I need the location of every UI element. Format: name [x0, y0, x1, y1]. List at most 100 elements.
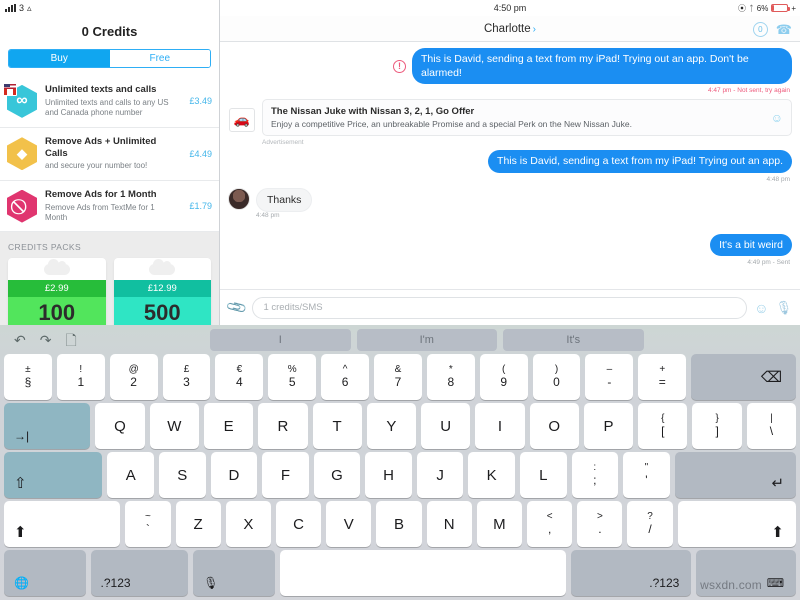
key-tilde[interactable]: ~ ` [125, 501, 171, 547]
key-t[interactable]: T [312, 403, 362, 449]
key-u[interactable]: U [421, 403, 471, 449]
key-h[interactable]: H [365, 452, 412, 498]
key-slash[interactable]: ? / [627, 501, 673, 547]
message-bubble[interactable]: Thanks [256, 187, 313, 212]
key-v[interactable]: V [326, 501, 372, 547]
key-c[interactable]: C [275, 501, 322, 547]
key-1[interactable]: ! 1 [56, 354, 105, 400]
smiley-icon[interactable]: ☺ [754, 300, 768, 316]
segment-buy[interactable]: Buy [9, 50, 110, 67]
message-list[interactable]: ! This is David, sending a text from my … [220, 42, 800, 289]
key-w[interactable]: W [149, 403, 199, 449]
key-0[interactable]: ) 0 [532, 354, 581, 400]
key-j[interactable]: J [416, 452, 464, 498]
key-r[interactable]: R [258, 403, 308, 449]
key-equals[interactable]: + = [638, 354, 687, 400]
space-key[interactable] [279, 550, 566, 596]
product-price[interactable]: £3.49 [186, 96, 212, 106]
key-i[interactable]: I [475, 403, 525, 449]
keyboard-icon: ⌨ [766, 576, 785, 590]
key-upper: : [593, 462, 597, 474]
phone-icon[interactable]: ☎ [776, 23, 792, 36]
buy-free-segmented-control[interactable]: Buy Free [8, 49, 211, 68]
segment-free[interactable]: Free [109, 50, 210, 67]
credits-badge[interactable]: 0 [752, 21, 768, 37]
undo-icon[interactable]: ↶ [14, 333, 26, 347]
key-n[interactable]: N [426, 501, 472, 547]
shift-right-key[interactable]: ⬆ [677, 501, 796, 547]
key-bracket-right[interactable]: }] [692, 403, 742, 449]
car-icon: 🚗 [229, 108, 255, 133]
key-b[interactable]: B [376, 501, 422, 547]
prediction-2[interactable]: I'm [356, 328, 497, 351]
key-9[interactable]: (9 [479, 354, 528, 400]
watermark: wsxdn.com [700, 578, 762, 592]
key-p[interactable]: P [583, 403, 634, 449]
key-section[interactable]: ± § [4, 354, 52, 400]
key-x[interactable]: X [225, 501, 271, 547]
smiley-icon[interactable]: ☺ [771, 111, 783, 125]
key-bracket-left[interactable]: {[ [638, 403, 688, 449]
product-row-remove-ads-unlimited[interactable]: ◆ Remove Ads + Unlimited Calls and secur… [0, 128, 219, 181]
key-o[interactable]: O [529, 403, 579, 449]
key-backslash[interactable]: | \ [746, 403, 797, 449]
contact-name-button[interactable]: Charlotte › [484, 23, 536, 35]
alert-icon[interactable]: ! [393, 59, 406, 73]
avatar[interactable] [228, 187, 250, 210]
credits-pack-card[interactable]: £12.99 500 [113, 258, 212, 325]
globe-key[interactable]: 🌐 [4, 550, 86, 596]
capslock-icon: ⇧ [14, 475, 27, 492]
tab-key[interactable]: →| [4, 403, 91, 449]
key-quote[interactable]: " ' [623, 452, 670, 498]
numeric-left-key[interactable]: .?123 [90, 550, 189, 596]
dictation-key[interactable]: 🎙 [193, 550, 275, 596]
redo-icon[interactable]: ↷ [40, 333, 52, 347]
numeric-right-key[interactable]: .?123 [570, 550, 692, 596]
key-l[interactable]: L [519, 452, 567, 498]
key-a[interactable]: A [107, 452, 155, 498]
key-6[interactable]: ^ 6 [321, 354, 370, 400]
backspace-key[interactable]: ⌫ [691, 354, 797, 400]
capslock-key[interactable]: ⇧ [4, 452, 103, 498]
key-k[interactable]: K [468, 452, 515, 498]
ipad-screen: 3 ▵ 0 Credits Buy Free ∞ Unlimited texts… [0, 0, 800, 600]
key-e[interactable]: E [203, 403, 254, 449]
shift-left-key[interactable]: ⬆ [4, 501, 121, 547]
product-price[interactable]: £1.79 [186, 201, 212, 211]
key-8[interactable]: * 8 [426, 354, 475, 400]
product-row-unlimited[interactable]: ∞ Unlimited texts and calls Unlimited te… [0, 76, 219, 128]
key-y[interactable]: Y [366, 403, 417, 449]
product-price[interactable]: £4.49 [186, 149, 212, 159]
product-row-remove-ads-month[interactable]: ⃠ Remove Ads for 1 Month Remove Ads from… [0, 181, 219, 233]
message-bubble[interactable]: It's a bit weird [710, 233, 792, 256]
key-f[interactable]: F [262, 452, 309, 498]
message-input[interactable]: 1 credits/SMS [252, 296, 748, 319]
key-5[interactable]: % 5 [268, 354, 317, 400]
key-7[interactable]: & 7 [374, 354, 422, 400]
key-m[interactable]: M [476, 501, 523, 547]
key-s[interactable]: S [159, 452, 206, 498]
copy-icon[interactable]: 🗋 [65, 333, 76, 347]
return-key[interactable]: ↵ [674, 452, 797, 498]
paperclip-icon[interactable]: 📎 [225, 296, 249, 320]
key-q[interactable]: Q [95, 403, 145, 449]
key-semicolon[interactable]: :; [571, 452, 619, 498]
message-bubble[interactable]: This is David, sending a text from my iP… [412, 48, 792, 85]
key-3[interactable]: £3 [162, 354, 211, 400]
key-hyphen[interactable]: – - [585, 354, 634, 400]
credits-pack-card[interactable]: £2.99 100 [8, 258, 106, 325]
key-comma[interactable]: <, [527, 501, 573, 547]
infinity-hex-icon: ∞ [3, 82, 37, 118]
key-g[interactable]: G [313, 452, 361, 498]
prediction-1[interactable]: I [210, 328, 351, 351]
key-z[interactable]: Z [175, 501, 221, 547]
prediction-3[interactable]: It's [503, 328, 644, 351]
key-d[interactable]: D [210, 452, 258, 498]
key-2[interactable]: @2 [109, 354, 158, 400]
key-4[interactable]: €4 [215, 354, 264, 400]
microphone-icon[interactable]: 🎙 [775, 300, 792, 316]
advertisement-card[interactable]: 🚗 The Nissan Juke with Nissan 3, 2, 1, G… [229, 99, 792, 137]
message-bubble[interactable]: This is David, sending a text from my iP… [488, 150, 792, 173]
cloud-icon [114, 258, 212, 280]
key-period[interactable]: >. [577, 501, 623, 547]
